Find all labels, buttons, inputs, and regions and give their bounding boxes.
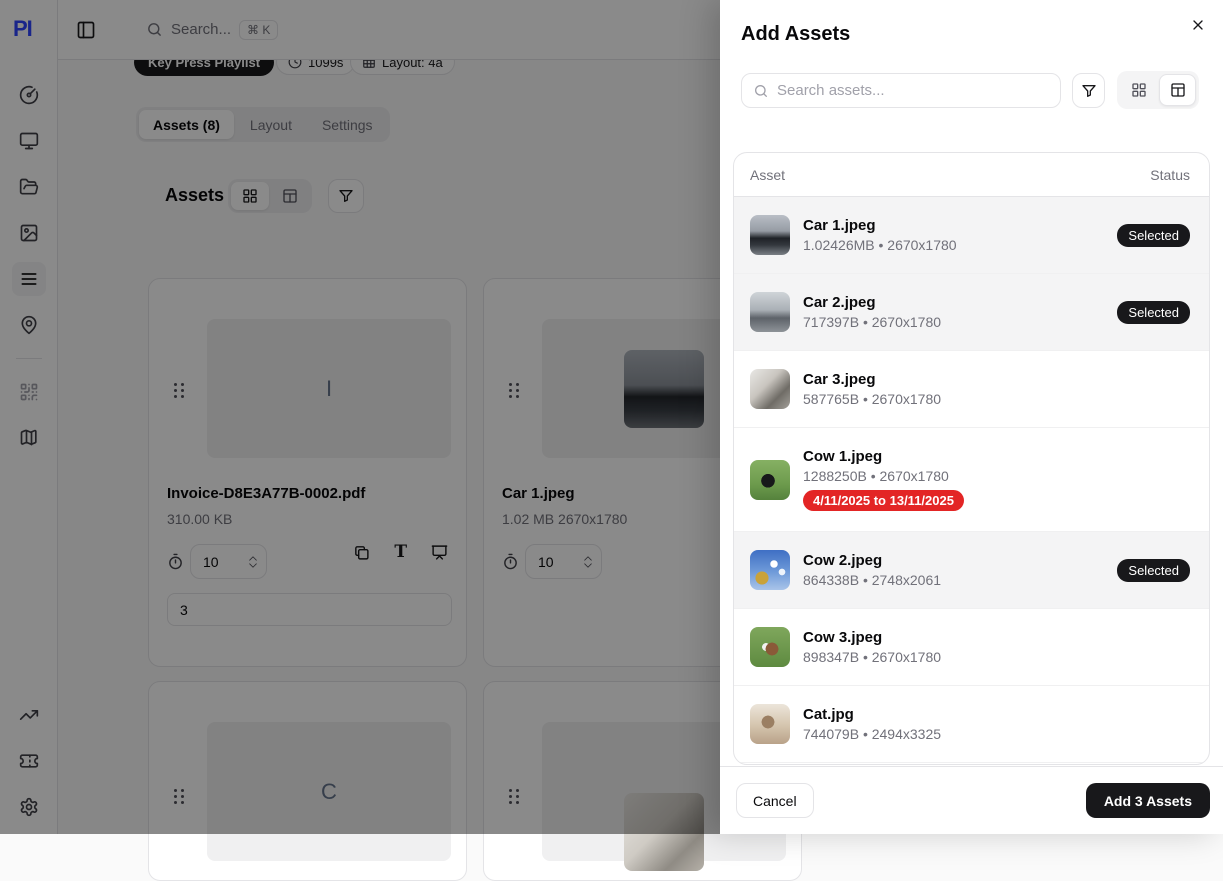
- asset-table: Asset Status Car 1.jpeg 1.02426MB • 2670…: [733, 152, 1210, 765]
- panel-view-toggle: [1117, 71, 1199, 109]
- asset-thumbnail: [750, 292, 790, 332]
- asset-name: Cat.jpg: [803, 706, 941, 723]
- cancel-button[interactable]: Cancel: [736, 783, 814, 818]
- asset-meta: 1288250B • 2670x1780: [803, 468, 964, 484]
- table-icon: [1170, 82, 1186, 98]
- asset-table-row[interactable]: Cat.jpg 744079B • 2494x3325: [734, 686, 1209, 763]
- panel-filter-button[interactable]: [1072, 73, 1105, 108]
- asset-meta: 898347B • 2670x1780: [803, 649, 941, 665]
- asset-name: Cow 1.jpeg: [803, 448, 964, 465]
- status-badge: Selected: [1117, 559, 1190, 582]
- panel-table-view-button[interactable]: [1159, 74, 1196, 106]
- asset-table-row[interactable]: Car 2.jpeg 717397B • 2670x1780 Selected: [734, 274, 1209, 351]
- asset-name: Cow 2.jpeg: [803, 552, 941, 569]
- asset-table-row[interactable]: Car 1.jpeg 1.02426MB • 2670x1780 Selecte…: [734, 197, 1209, 274]
- asset-meta: 1.02426MB • 2670x1780: [803, 237, 957, 253]
- asset-search-input[interactable]: [777, 82, 1049, 99]
- asset-thumbnail: [750, 550, 790, 590]
- asset-meta: 717397B • 2670x1780: [803, 314, 941, 330]
- asset-thumbnail: [750, 215, 790, 255]
- asset-name: Car 1.jpeg: [803, 217, 957, 234]
- panel-title: Add Assets: [741, 23, 850, 46]
- date-range-badge: 4/11/2025 to 13/11/2025: [803, 490, 964, 511]
- asset-table-row[interactable]: Cow 3.jpeg 898347B • 2670x1780: [734, 609, 1209, 686]
- asset-name: Cow 3.jpeg: [803, 629, 941, 646]
- filter-icon: [1081, 83, 1097, 99]
- asset-thumbnail: [750, 627, 790, 667]
- asset-table-body: Car 1.jpeg 1.02426MB • 2670x1780 Selecte…: [734, 197, 1209, 763]
- asset-thumbnail: [750, 460, 790, 500]
- asset-table-header: Asset Status: [734, 153, 1209, 197]
- asset-name: Car 3.jpeg: [803, 371, 941, 388]
- asset-table-row[interactable]: Cow 1.jpeg 1288250B • 2670x1780 4/11/202…: [734, 428, 1209, 532]
- panel-grid-view-button[interactable]: [1120, 74, 1157, 106]
- asset-search-field[interactable]: [741, 73, 1061, 108]
- panel-footer: Cancel Add 3 Assets: [720, 766, 1223, 834]
- add-assets-panel: Add Assets Asset Status Car 1.jpeg 1.024…: [720, 0, 1223, 834]
- asset-meta: 744079B • 2494x3325: [803, 726, 941, 742]
- asset-thumbnail: [750, 704, 790, 744]
- asset-meta: 587765B • 2670x1780: [803, 391, 941, 407]
- close-icon[interactable]: [1186, 13, 1210, 37]
- layout-grid-icon: [1131, 82, 1147, 98]
- asset-thumbnail: [750, 369, 790, 409]
- asset-meta: 864338B • 2748x2061: [803, 572, 941, 588]
- status-badge: Selected: [1117, 224, 1190, 247]
- asset-name: Car 2.jpeg: [803, 294, 941, 311]
- column-asset: Asset: [750, 167, 785, 183]
- column-status: Status: [1150, 167, 1190, 183]
- asset-table-row[interactable]: Car 3.jpeg 587765B • 2670x1780: [734, 351, 1209, 428]
- add-assets-button[interactable]: Add 3 Assets: [1086, 783, 1210, 818]
- asset-table-row[interactable]: Cow 2.jpeg 864338B • 2748x2061 Selected: [734, 532, 1209, 609]
- search-icon: [753, 83, 769, 99]
- status-badge: Selected: [1117, 301, 1190, 324]
